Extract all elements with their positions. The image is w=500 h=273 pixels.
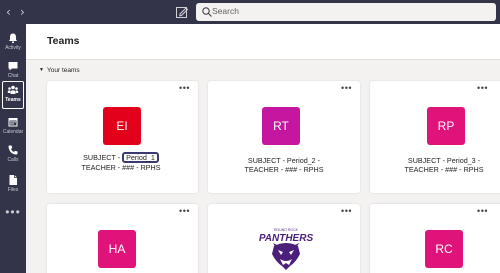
phone-icon [8,145,18,155]
compose-icon[interactable] [175,5,189,19]
rail-item-teams[interactable]: Teams [0,82,26,110]
top-bar: ‹ › Search [0,0,500,24]
team-name-text: TEACHER - ### - RPHS [244,165,324,174]
rail-label: Calendar [2,129,24,135]
team-more-button[interactable]: ••• [477,84,488,93]
panthers-logo: ROUND ROCK PANTHERS [259,228,314,270]
team-avatar: RC [425,230,463,268]
rail-label: Chat [7,73,19,79]
bell-icon [9,33,17,44]
team-name-text: SUBJECT - Period_2 - [247,156,321,165]
team-name: SUBJECT - Period_3 - TEACHER - ### - RPH… [364,156,500,174]
team-name-text: TEACHER - ### - RPHS [81,163,161,172]
file-icon [9,175,17,185]
rail-label: Teams [5,97,21,103]
team-avatar: EI [103,107,141,145]
section-label[interactable]: Your teams [47,67,80,74]
team-name-text: SUBJECT - [83,153,123,162]
team-more-button[interactable]: ••• [477,207,488,216]
rail-item-calls[interactable]: Calls [0,142,26,170]
team-avatar: RP [427,107,465,145]
team-more-button[interactable]: ••• [341,207,352,216]
rail-item-files[interactable]: Files [0,172,26,200]
page-title: Teams [47,35,80,47]
page-header: Teams [26,24,500,60]
team-avatar: HA [98,230,136,268]
team-avatar: RT [262,107,300,145]
teams-icon [7,85,19,94]
rail-item-activity[interactable]: Activity [0,30,26,58]
collapse-caret-icon[interactable]: ▼ [39,67,44,73]
team-more-button[interactable]: ••• [179,84,190,93]
forward-arrow-icon[interactable]: › [20,4,25,20]
team-name-text: SUBJECT - Period_3 - [407,156,481,165]
team-name: SUBJECT - Period_1 TEACHER - ### - RPHS [41,152,201,172]
rail-label: Files [7,187,19,193]
highlighted-period: Period_1 [122,152,159,163]
svg-text:ROUND ROCK: ROUND ROCK [274,228,299,232]
team-more-button[interactable]: ••• [179,207,190,216]
chat-icon [8,62,18,71]
rail-label: Calls [7,157,19,163]
rail-item-calendar[interactable]: Calendar [0,114,26,142]
rail-label: Activity [5,45,21,51]
search-input[interactable]: Search [196,3,496,21]
more-apps-button[interactable]: ••• [0,205,26,219]
team-name: SUBJECT - Period_2 - TEACHER - ### - RPH… [204,156,364,174]
search-placeholder: Search [212,6,239,16]
back-arrow-icon[interactable]: ‹ [6,4,11,20]
team-name-text: TEACHER - ### - RPHS [404,165,484,174]
team-more-button[interactable]: ••• [341,84,352,93]
calendar-icon [8,118,18,127]
app-rail: Activity Chat Teams Calendar Calls Files… [0,24,26,273]
svg-text:PANTHERS: PANTHERS [259,233,314,244]
